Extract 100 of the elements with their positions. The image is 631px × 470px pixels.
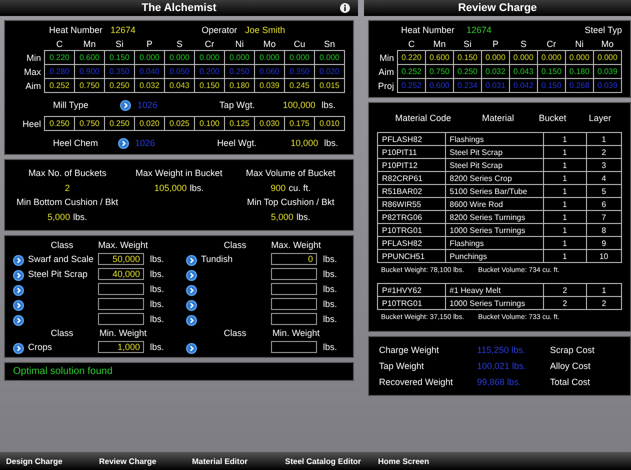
table-cell: Flashings: [445, 236, 544, 250]
field-value: 1026: [135, 138, 156, 148]
unit-label: lbs.: [150, 254, 166, 264]
table-cell: 1: [543, 132, 586, 146]
chevron-button[interactable]: [13, 342, 24, 352]
chevron-button[interactable]: [186, 254, 197, 264]
weight-field[interactable]: 50,000: [98, 253, 144, 265]
window-title: Review Charge: [458, 2, 537, 14]
chevron-button[interactable]: [186, 342, 197, 352]
weight-field[interactable]: 40,000: [98, 268, 144, 280]
chevron-button[interactable]: [13, 268, 24, 280]
table-cell: 0.060: [254, 64, 284, 78]
weight-field[interactable]: 0: [271, 253, 317, 265]
weight-field[interactable]: [271, 283, 317, 295]
chevron-button[interactable]: [13, 298, 24, 310]
chevron-button[interactable]: [13, 284, 24, 294]
column-header: Mn: [74, 38, 104, 50]
weight-field[interactable]: 1,000: [98, 341, 144, 353]
table-cell: 1: [543, 184, 586, 198]
summary-value: 99,868 lbs.: [477, 377, 522, 387]
table-cell: 0.268: [565, 78, 594, 92]
table-cell: 8200 Series Crop: [445, 172, 544, 184]
table-cell: 1000 Series Turnings: [445, 224, 544, 236]
chevron-button[interactable]: [186, 298, 197, 310]
column-header: Si: [104, 38, 134, 50]
table-cell: 0.100: [194, 116, 224, 130]
table-cell: 1: [543, 236, 586, 250]
field-value: 105,000: [154, 183, 187, 193]
unit-label: lbs.: [323, 299, 338, 309]
table-cell: 2: [543, 284, 587, 296]
column-header: Class: [50, 328, 74, 338]
column-header: S: [509, 38, 538, 50]
weight-field[interactable]: [271, 268, 317, 280]
table-cell: 0.250: [104, 116, 134, 130]
field-label: Max Weight in Bucket: [136, 168, 222, 178]
table-cell: 0.234: [453, 78, 482, 92]
column-header: Ni: [565, 38, 594, 50]
table-cell: 1: [543, 146, 586, 158]
table-cell: 0.750: [74, 78, 104, 92]
table-cell: 8600 Wire Rod: [445, 198, 544, 210]
table-cell: 0.252: [398, 78, 426, 92]
table-cell: 0.032: [134, 78, 164, 92]
unit-label: lbs.: [323, 284, 338, 294]
field-value: 5,000: [48, 212, 70, 222]
weight-field[interactable]: [98, 283, 144, 295]
field-value: 100,000: [282, 100, 316, 110]
table-cell: Punchings: [445, 250, 544, 262]
chevron-button[interactable]: [186, 314, 197, 324]
weight-field[interactable]: [98, 298, 144, 310]
table-cell: 0.220: [44, 50, 74, 64]
info-icon[interactable]: [340, 3, 350, 13]
nav-tab[interactable]: Design Charge: [0, 452, 93, 470]
table-cell: 0.031: [481, 78, 510, 92]
chevron-button[interactable]: [186, 284, 197, 294]
class-label: Tundish: [201, 254, 234, 264]
table-cell: 0.245: [284, 78, 314, 92]
table-cell: 0.020: [314, 64, 344, 78]
table-cell: 0.175: [284, 116, 314, 130]
table-cell: 0.032: [481, 64, 510, 78]
table-cell: 6: [586, 198, 622, 210]
table-cell: Flashings: [445, 132, 544, 146]
table-cell: 0.750: [426, 64, 454, 78]
table-cell: Steel Pit Scrap: [445, 146, 544, 158]
column-header: Mo: [254, 38, 284, 50]
field-value: Joe Smith: [245, 25, 286, 35]
table-cell: R82CRP61: [378, 172, 446, 184]
table-cell: 0.000: [134, 50, 164, 64]
nav-tab[interactable]: Material Editor: [186, 452, 279, 470]
table-cell: 1: [543, 198, 586, 210]
column-header: Min. Weight: [98, 328, 148, 338]
unit-label: lbs.: [150, 284, 166, 294]
row-label: Aim: [13, 78, 44, 92]
column-header: Si: [453, 38, 482, 50]
table-cell: 0.250: [453, 64, 482, 78]
table-cell: 0.180: [565, 64, 594, 78]
weight-field[interactable]: [271, 313, 317, 325]
table-cell: 0.350: [284, 64, 314, 78]
nav-tab[interactable]: Review Charge: [93, 452, 186, 470]
chevron-button[interactable]: [13, 254, 24, 264]
unit-label: lbs.: [150, 342, 166, 352]
table-cell: 0.040: [134, 64, 164, 78]
chevron-button[interactable]: [118, 137, 130, 148]
nav-tab[interactable]: Steel Catalog Editor: [279, 452, 372, 470]
table-cell: 1: [586, 284, 622, 296]
nav-tab[interactable]: Home Screen: [372, 452, 465, 470]
field-value: 2: [64, 183, 70, 193]
table-cell: 0.000: [194, 50, 224, 64]
weight-field[interactable]: [98, 313, 144, 325]
chevron-button[interactable]: [186, 268, 197, 280]
table-cell: 9: [586, 236, 622, 250]
table-cell: 0.000: [314, 50, 344, 64]
chevron-button[interactable]: [120, 99, 132, 110]
field-label: Tap Wgt.: [219, 100, 255, 110]
chevron-button[interactable]: [13, 314, 24, 324]
row-label: Min: [377, 50, 398, 64]
weight-field[interactable]: [271, 341, 317, 353]
table-cell: 0.150: [104, 50, 134, 64]
table-cell: 0.020: [134, 116, 164, 130]
weight-field[interactable]: [271, 298, 317, 310]
field-value: 12674: [466, 25, 492, 35]
